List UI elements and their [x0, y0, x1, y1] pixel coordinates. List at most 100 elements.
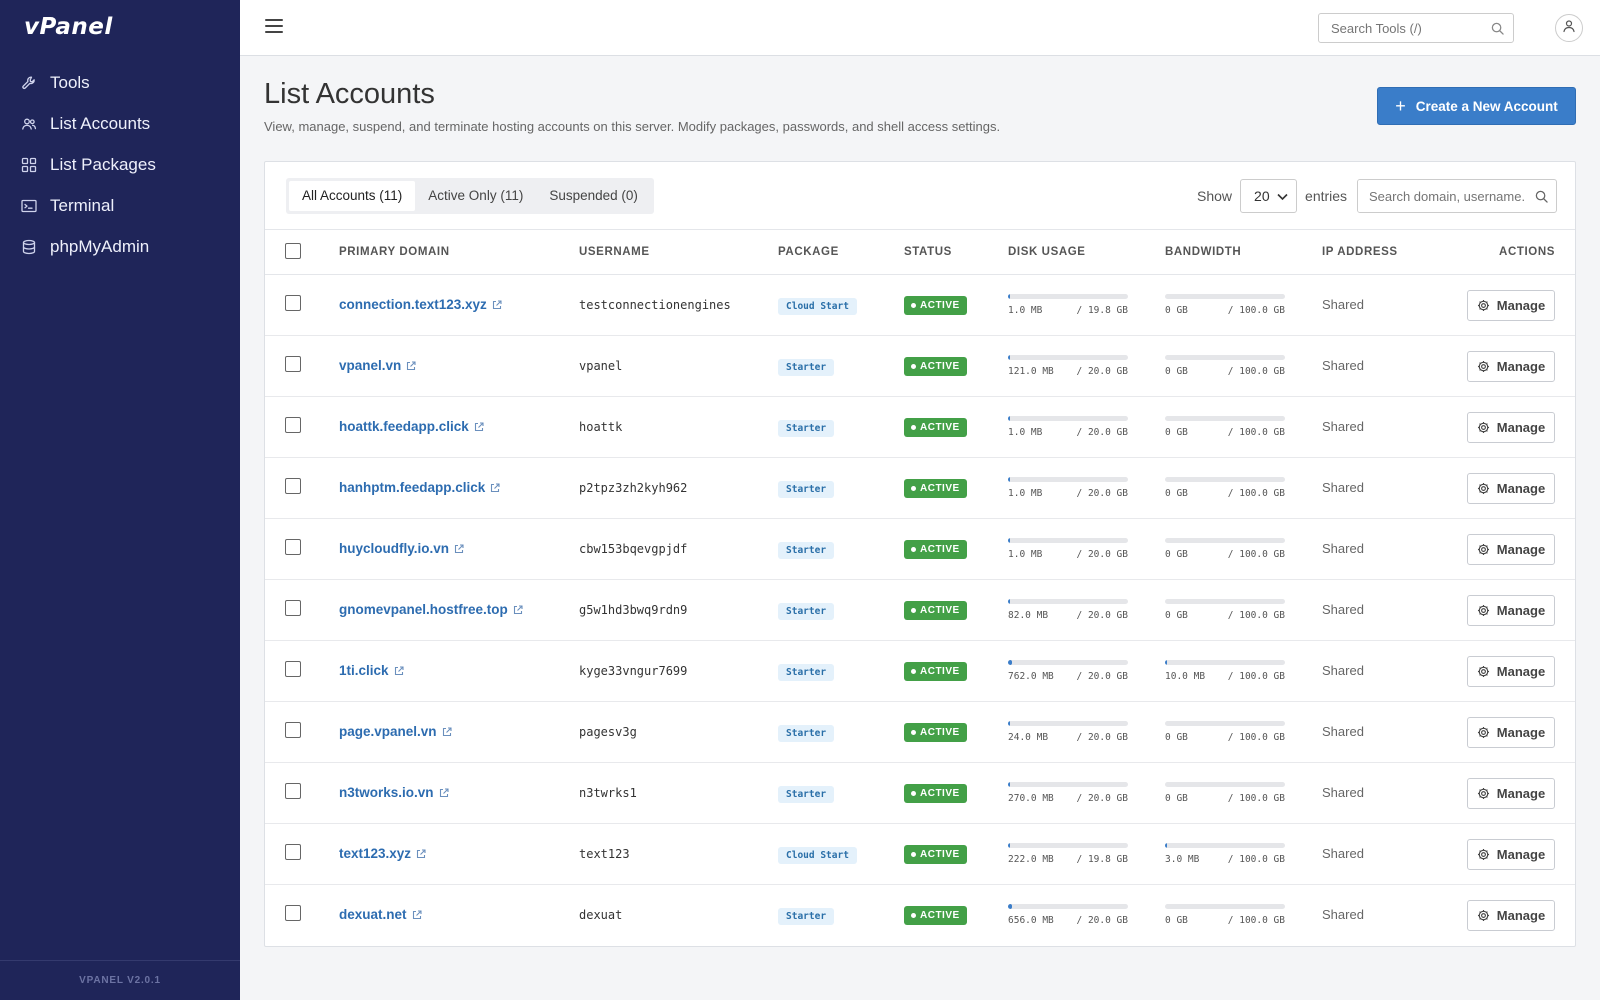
tools-search-input[interactable] — [1319, 14, 1479, 42]
manage-button[interactable]: Manage — [1467, 472, 1555, 504]
sidebar-item-list-accounts[interactable]: List Accounts — [0, 103, 240, 144]
disk-used: 82.0 MB — [1008, 610, 1049, 621]
bandwidth-usage-bar — [1165, 782, 1285, 787]
terminal-icon — [21, 198, 37, 214]
external-link-icon[interactable] — [394, 663, 404, 681]
menu-toggle-icon[interactable] — [265, 19, 283, 35]
sidebar-item-list-packages[interactable]: List Packages — [0, 144, 240, 185]
row-checkbox[interactable] — [285, 904, 301, 921]
column-header[interactable]: BANDWIDTH — [1165, 229, 1322, 275]
bandwidth-limit: / 100.0 GB — [1227, 366, 1285, 377]
disk-usage-bar — [1008, 721, 1128, 726]
external-link-icon[interactable] — [416, 846, 426, 864]
row-checkbox[interactable] — [285, 599, 301, 616]
column-header[interactable]: DISK USAGE — [1008, 229, 1165, 275]
table-search-input[interactable] — [1358, 180, 1526, 212]
row-checkbox[interactable] — [285, 355, 301, 372]
status-badge: ACTIVE — [904, 357, 967, 376]
external-link-icon[interactable] — [492, 297, 502, 315]
domain-link[interactable]: text123.xyz — [339, 846, 411, 861]
domain-link[interactable]: connection.text123.xyz — [339, 297, 487, 312]
search-icon[interactable] — [1491, 22, 1504, 40]
row-checkbox[interactable] — [285, 721, 301, 738]
column-header[interactable]: PACKAGE — [778, 229, 904, 275]
external-link-icon[interactable] — [412, 907, 422, 925]
gear-icon — [1477, 909, 1490, 922]
status-label: ACTIVE — [920, 849, 960, 860]
external-link-icon[interactable] — [513, 602, 523, 620]
select-all-checkbox[interactable] — [285, 242, 301, 259]
domain-link[interactable]: n3tworks.io.vn — [339, 785, 434, 800]
tab-suspended[interactable]: Suspended (0) — [536, 181, 651, 211]
ip-address: Shared — [1322, 602, 1364, 617]
bandwidth-usage: 0 GB / 100.0 GB — [1165, 721, 1285, 743]
manage-button[interactable]: Manage — [1467, 716, 1555, 748]
manage-button[interactable]: Manage — [1467, 777, 1555, 809]
manage-button[interactable]: Manage — [1467, 350, 1555, 382]
domain-link[interactable]: huycloudfly.io.vn — [339, 541, 449, 556]
domain-link[interactable]: hoattk.feedapp.click — [339, 419, 469, 434]
external-link-icon[interactable] — [474, 419, 484, 437]
row-checkbox[interactable] — [285, 843, 301, 860]
domain-link[interactable]: gnomevpanel.hostfree.top — [339, 602, 508, 617]
domain-link[interactable]: 1ti.click — [339, 663, 389, 678]
column-header[interactable]: USERNAME — [579, 229, 778, 275]
disk-limit: / 20.0 GB — [1076, 732, 1128, 743]
domain-link[interactable]: page.vpanel.vn — [339, 724, 437, 739]
disk-limit: / 20.0 GB — [1076, 488, 1128, 499]
tab-active-only[interactable]: Active Only (11) — [415, 181, 536, 211]
status-label: ACTIVE — [920, 483, 960, 494]
sidebar-item-tools[interactable]: Tools — [0, 62, 240, 103]
status-badge: ACTIVE — [904, 662, 967, 681]
disk-used: 270.0 MB — [1008, 793, 1054, 804]
column-header[interactable]: STATUS — [904, 229, 1008, 275]
external-link-icon[interactable] — [439, 785, 449, 803]
manage-button[interactable]: Manage — [1467, 899, 1555, 931]
ip-address: Shared — [1322, 358, 1364, 373]
row-checkbox[interactable] — [285, 660, 301, 677]
domain-link[interactable]: dexuat.net — [339, 907, 407, 922]
row-checkbox[interactable] — [285, 416, 301, 433]
bandwidth-limit: / 100.0 GB — [1227, 427, 1285, 438]
sidebar-item-phpmyadmin[interactable]: phpMyAdmin — [0, 226, 240, 267]
create-account-button[interactable]: + Create a New Account — [1377, 87, 1576, 125]
disk-usage-fill — [1008, 904, 1012, 910]
search-icon[interactable] — [1535, 190, 1548, 208]
status-label: ACTIVE — [920, 544, 960, 555]
bandwidth-usage: 0 GB / 100.0 GB — [1165, 904, 1285, 926]
manage-button[interactable]: Manage — [1467, 289, 1555, 321]
external-link-icon[interactable] — [442, 724, 452, 742]
status-badge: ACTIVE — [904, 845, 967, 864]
row-checkbox[interactable] — [285, 294, 301, 311]
column-header[interactable]: PRIMARY DOMAIN — [339, 229, 579, 275]
row-checkbox[interactable] — [285, 782, 301, 799]
tab-all-accounts[interactable]: All Accounts (11) — [289, 181, 416, 211]
bandwidth-usage-fill — [1165, 843, 1168, 848]
external-link-icon[interactable] — [490, 480, 500, 498]
disk-usage: 1.0 MB / 20.0 GB — [1008, 538, 1128, 560]
column-header: ACTIONS — [1436, 229, 1575, 275]
entries-select[interactable]: 20 — [1240, 179, 1298, 213]
manage-button[interactable]: Manage — [1467, 533, 1555, 565]
disk-usage-fill — [1008, 782, 1011, 787]
status-dot-icon — [911, 852, 916, 857]
row-checkbox[interactable] — [285, 538, 301, 555]
bandwidth-usage: 0 GB / 100.0 GB — [1165, 294, 1285, 316]
domain-link[interactable]: vpanel.vn — [339, 358, 401, 373]
manage-button[interactable]: Manage — [1467, 655, 1555, 687]
row-checkbox[interactable] — [285, 477, 301, 494]
bandwidth-used: 3.0 MB — [1165, 854, 1200, 865]
external-link-icon[interactable] — [454, 541, 464, 559]
package-badge: Starter — [778, 785, 835, 803]
app-logo[interactable]: vPanel — [24, 14, 113, 40]
package-badge: Starter — [778, 602, 835, 620]
manage-button[interactable]: Manage — [1467, 594, 1555, 626]
domain-link[interactable]: hanhptm.feedapp.click — [339, 480, 485, 495]
status-dot-icon — [911, 425, 916, 430]
user-avatar-button[interactable] — [1555, 14, 1583, 42]
external-link-icon[interactable] — [406, 358, 416, 376]
sidebar-item-terminal[interactable]: Terminal — [0, 185, 240, 226]
manage-button[interactable]: Manage — [1467, 838, 1555, 870]
column-header[interactable]: IP ADDRESS — [1322, 229, 1436, 275]
manage-button[interactable]: Manage — [1467, 411, 1555, 443]
